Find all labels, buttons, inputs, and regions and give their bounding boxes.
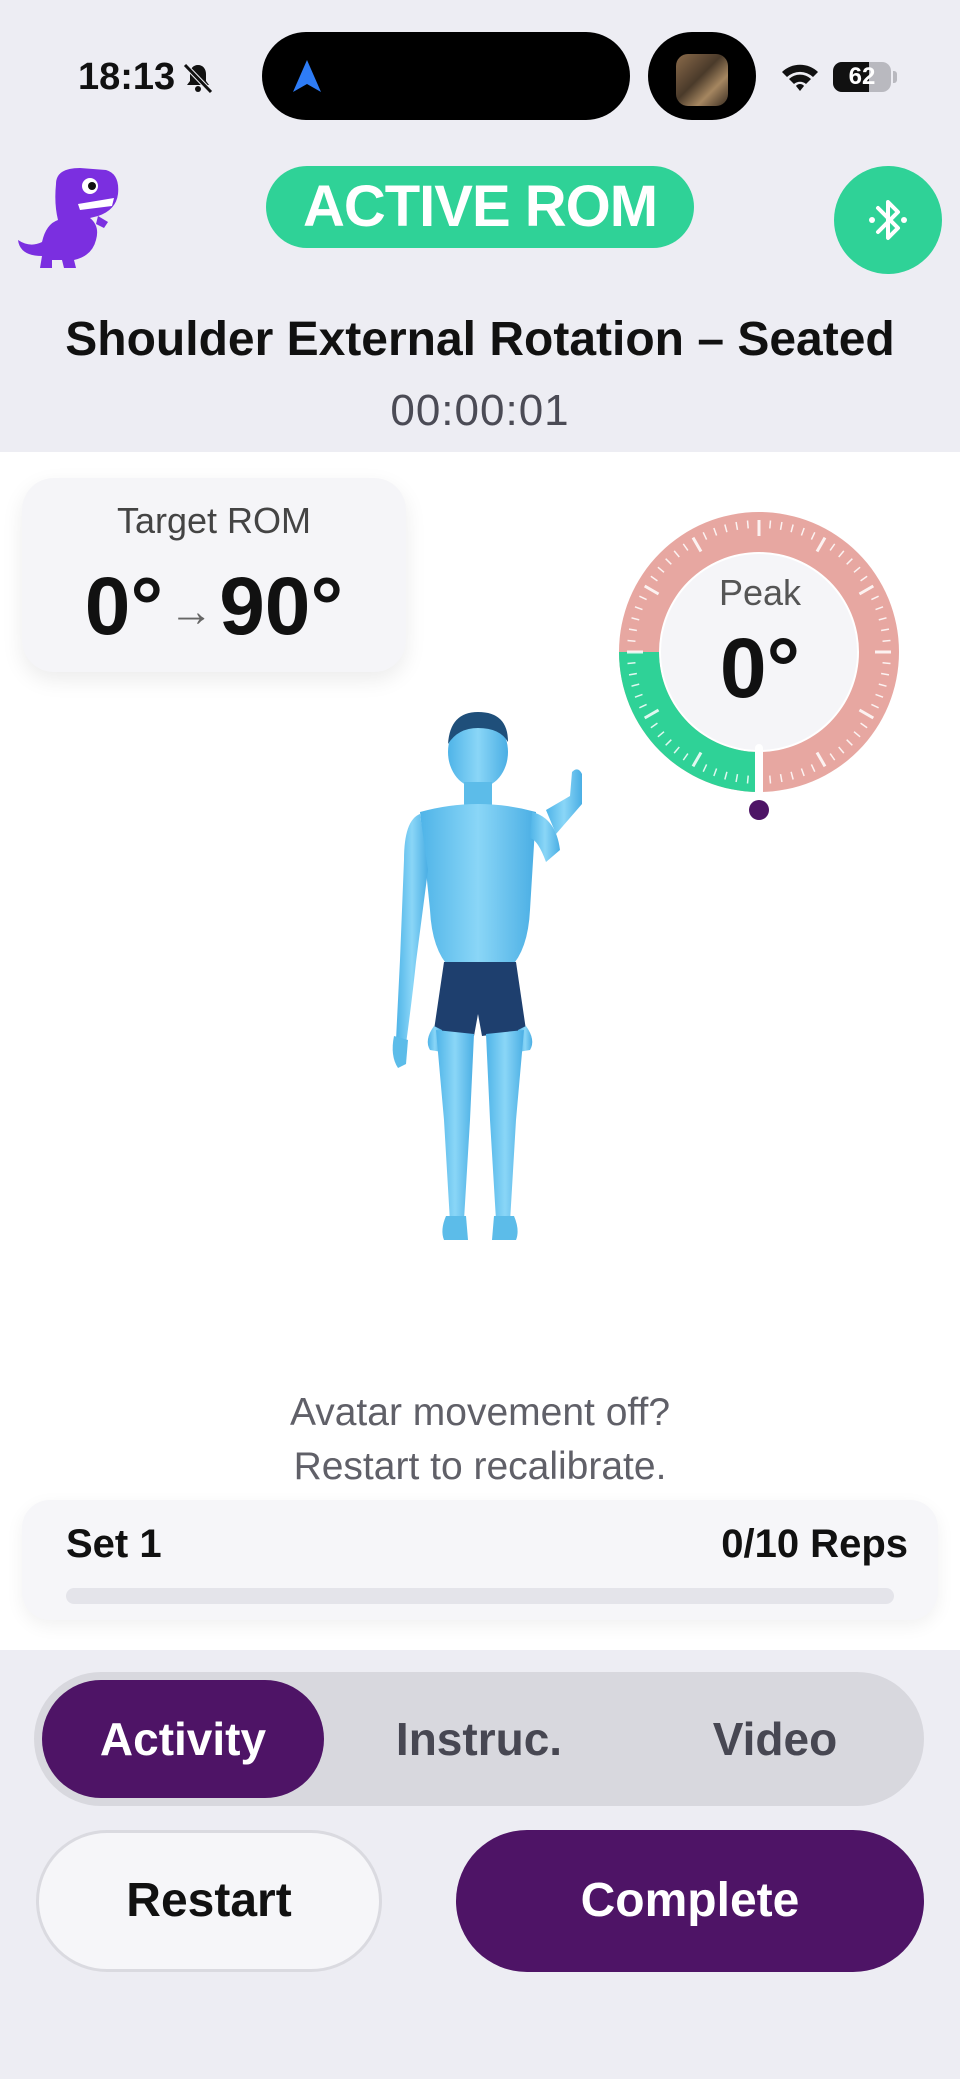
battery-percent: 62 [848,63,876,90]
bluetooth-icon [869,200,907,240]
battery-tip [893,71,897,83]
mode-badge: ACTIVE ROM [266,166,694,248]
gauge-position-dot [749,800,769,820]
navigation-arrow-icon [293,60,321,92]
set-progress-card: Set 1 0/10 Reps [22,1500,938,1620]
peak-value: 0° [719,621,801,715]
restart-button[interactable]: Restart [36,1830,382,1972]
view-tabs: Activity Instruc. Video [34,1672,924,1806]
target-rom-end: 90° [219,561,344,652]
media-thumbnail [676,54,728,106]
arrow-right-icon: → [169,587,214,637]
complete-button[interactable]: Complete [456,1830,924,1972]
status-time: 18:13 [78,56,176,98]
target-rom-label: Target ROM [116,500,312,541]
reps-counter: 0/10 Reps [721,1522,908,1566]
gauge-tick [627,662,636,665]
bell-slash-icon [183,63,213,94]
bluetooth-button[interactable] [834,166,942,274]
gauge-tick [746,520,749,529]
tab-video[interactable]: Video [634,1680,916,1798]
reps-progress-bar [66,1588,894,1604]
hint-line-2: Restart to recalibrate. [293,1445,667,1488]
target-rom-start: 0° [84,561,164,652]
status-bar: 18:13 62 [0,0,960,150]
tab-instructions[interactable]: Instruc. [344,1680,614,1798]
dinosaur-logo-icon[interactable] [16,164,128,274]
exercise-title: Shoulder External Rotation – Seated [65,313,895,366]
peak-label: Peak [718,572,802,613]
recalibrate-hint: Avatar movement off? Restart to recalibr… [0,1386,960,1494]
hint-line-1: Avatar movement off? [289,1391,671,1434]
target-rom-card: Target ROM 0° →90° [22,478,406,672]
target-rom-range: 0° →90° [22,560,406,654]
wifi-icon [782,64,818,91]
gauge-tick [769,775,772,784]
gauge-tick [882,662,891,665]
tab-activity[interactable]: Activity [42,1680,324,1798]
gauge-tick [746,775,749,784]
gauge-tick [882,639,891,642]
session-timer: 00:00:01 [390,386,570,435]
set-label: Set 1 [66,1522,162,1566]
gauge-tick [627,639,636,642]
gauge-tick [769,520,772,529]
battery-icon: 62 [833,62,891,92]
avatar-figure [392,712,582,1240]
